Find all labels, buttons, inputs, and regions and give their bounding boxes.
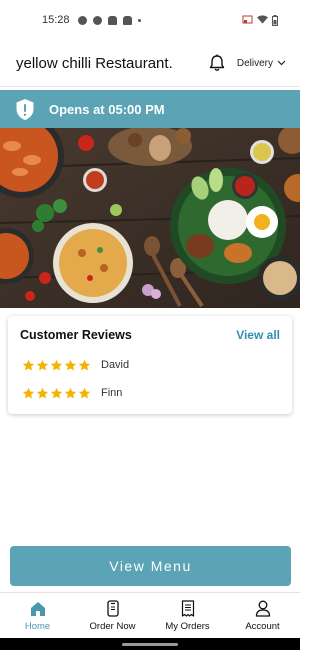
bell-icon[interactable] (209, 54, 225, 72)
opening-hours-banner: Opens at 05:00 PM (0, 90, 300, 128)
star-icon (78, 387, 91, 399)
opening-hours-text: Opens at 05:00 PM (49, 101, 165, 117)
review-item: Finn (20, 386, 280, 400)
reviews-header: Customer Reviews View all (20, 328, 280, 342)
home-icon (30, 600, 46, 618)
restaurant-title: yellow chilli Restaurant. (16, 54, 173, 72)
more-dot-icon (137, 18, 141, 22)
star-icon (64, 359, 77, 371)
chevron-down-icon (277, 60, 286, 66)
food-spread-illustration (0, 128, 300, 308)
nav-my-orders-label: My Orders (165, 620, 210, 632)
star-icon (36, 387, 49, 399)
nav-order-now[interactable]: Order Now (75, 593, 150, 638)
shield-alert-icon (15, 98, 35, 121)
bottom-navigation: Home Order Now My Orders Account (0, 592, 300, 638)
phone-order-icon (106, 600, 119, 618)
star-rating (22, 387, 91, 400)
view-menu-button[interactable]: View Menu (10, 546, 291, 586)
header-divider (0, 86, 300, 87)
status-notification-icons (77, 15, 141, 25)
review-item: David (20, 358, 280, 372)
reviewer-name: Finn (101, 387, 123, 399)
android-icon (122, 15, 132, 25)
star-rating (22, 359, 91, 372)
view-all-reviews-link[interactable]: View all (236, 328, 280, 342)
nav-home[interactable]: Home (0, 593, 75, 638)
home-gesture-handle[interactable] (122, 643, 178, 646)
star-icon (50, 359, 63, 371)
nav-my-orders[interactable]: My Orders (150, 593, 225, 638)
customer-reviews-card: Customer Reviews View all David Finn (8, 316, 292, 414)
person-icon (255, 600, 271, 618)
nav-account[interactable]: Account (225, 593, 300, 638)
status-bar: 15:28 (0, 0, 300, 40)
delivery-dropdown[interactable]: Delivery (237, 58, 286, 69)
star-icon (22, 387, 35, 399)
star-icon (64, 387, 77, 399)
receipt-icon (181, 600, 195, 618)
reviewer-name: David (101, 359, 130, 371)
hero-food-image (0, 128, 300, 308)
android-icon (107, 15, 117, 25)
nav-account-label: Account (245, 620, 280, 632)
nav-order-now-label: Order Now (89, 620, 136, 632)
cast-icon (242, 15, 253, 24)
star-icon (78, 359, 91, 371)
nav-home-label: Home (24, 620, 51, 632)
reviews-title: Customer Reviews (20, 328, 132, 342)
star-icon (22, 359, 35, 371)
sync-icon (92, 15, 102, 25)
status-time: 15:28 (42, 14, 70, 26)
delivery-label: Delivery (236, 57, 273, 69)
status-system-icons (242, 14, 278, 26)
app-header: yellow chilli Restaurant. Delivery (0, 44, 300, 82)
star-icon (36, 359, 49, 371)
notification-icon (77, 15, 87, 25)
wifi-icon (257, 15, 268, 24)
star-icon (50, 387, 63, 399)
battery-icon (272, 14, 278, 26)
